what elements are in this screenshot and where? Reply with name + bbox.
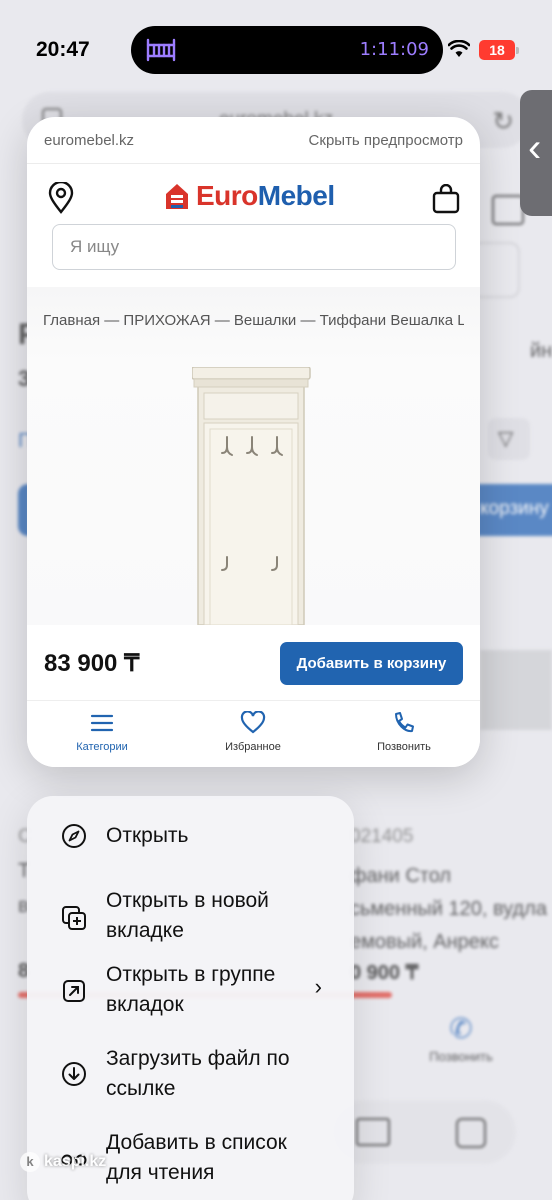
menu-item-open-new-tab-label: Открыть в новой вкладке [106,889,269,942]
menu-item-open-label: Открыть [106,824,189,847]
menu-item-add-reading-list-label: Добавить в список для чтения [106,1131,287,1184]
bookmarks-icon[interactable] [356,1118,390,1146]
logo-euro-text: Euro [196,180,258,211]
link-preview-card[interactable]: euromebel.kz Скрыть предпросмотр Euro Me… [27,117,480,767]
euromebel-logo[interactable]: Euro Mebel [164,180,335,212]
new-tab-icon [62,906,86,930]
menu-icon [90,714,114,732]
buy-bar: 83 900 ₸ Добавить в корзину [27,625,480,701]
filter-icon: ▽ [498,428,514,450]
nav-favorites-label: Избранное [225,741,281,753]
watermark-text: kaspi.kz [44,1153,107,1170]
tabs-icon[interactable] [456,1118,486,1148]
hide-preview-button[interactable]: Скрыть предпросмотр [309,132,463,149]
chevron-right-icon: › [314,974,322,999]
wifi-icon [448,40,470,57]
menu-item-open-new-tab[interactable]: Открыть в новой вкладке [27,876,354,956]
tab-group-icon [63,980,85,1002]
chevron-left-icon: ‹ [528,126,542,170]
product-image[interactable] [480,650,552,730]
preview-domain: euromebel.kz [44,132,135,149]
shopping-bag-icon[interactable] [432,184,460,214]
add-to-cart-button-right[interactable]: корзину [470,484,552,536]
heart-icon [240,711,266,734]
menu-item-download-link-label: Загрузить файл по ссылке [106,1047,290,1100]
product-name-line: емовый, Анрекс [350,931,499,953]
product-price: 83 900 ₸ [44,650,140,677]
call-label: Позвонить [429,1049,493,1064]
page-text-fragment: йн [530,340,552,362]
compass-icon [62,824,86,848]
nav-favorites[interactable]: Избранное [198,711,308,753]
house-logo-icon [166,184,188,209]
site-search-input[interactable] [53,225,455,269]
site-bottom-nav: Категории Избранное Позвонить [27,701,480,767]
logo-mebel-text: Mebel [257,180,335,211]
product-photo-hanger-panel[interactable] [192,367,312,625]
side-drawer-handle[interactable]: ‹ [520,90,552,216]
context-menu: Открыть Открыть в новой вкладке Открыть … [27,796,354,1200]
nav-call[interactable]: Позвонить [349,711,459,753]
nav-categories-label: Категории [76,741,128,753]
menu-item-download-link[interactable]: Загрузить файл по ссылке [27,1044,354,1124]
reload-icon[interactable]: ↻ [492,106,514,137]
dynamic-island[interactable]: 1:11:09 [131,26,443,74]
product-name-line: сьменный 120, вудла [350,898,547,920]
nav-categories[interactable]: Категории [47,711,157,753]
breadcrumb[interactable]: Главная — ПРИХОЖАЯ — Вешалки — Тиффани В… [43,312,464,329]
preview-header: euromebel.kz Скрыть предпросмотр [27,117,480,164]
timer-readout: 1:11:09 [359,39,429,60]
kaspi-watermark: k kaspi.kz [20,1152,106,1172]
crib-icon [146,38,176,62]
phone-icon [395,712,414,733]
site-search-field[interactable] [52,224,456,270]
add-to-cart-button[interactable]: Добавить в корзину [280,642,463,685]
call-nav-item[interactable]: ✆ Позвонить [426,1012,496,1064]
product-code-right: 021405 [350,826,414,847]
menu-item-open[interactable]: Открыть [27,796,354,876]
status-time: 20:47 [36,38,90,61]
menu-item-open-tab-group-label: Открыть в группе вкладок [106,963,276,1016]
browser-toolbar [330,1100,516,1164]
product-price-right: 0 900 ₸ [350,962,419,984]
nav-call-label: Позвонить [377,741,431,753]
kaspi-logo-icon: k [20,1152,40,1172]
download-icon [62,1062,86,1086]
product-area: Главная — ПРИХОЖАЯ — Вешалки — Тиффани В… [27,287,480,625]
filter-button[interactable]: ▽ [488,418,530,460]
product-name-line: фани Стол [350,865,452,887]
menu-item-open-tab-group[interactable]: Открыть в группе вкладок › [27,960,354,1040]
product-name-right[interactable]: фани Стол сьменный 120, вудла емовый, Ан… [350,860,552,959]
phone-icon: ✆ [449,1013,473,1044]
battery-indicator: 18 [479,40,519,60]
location-pin-icon[interactable] [47,182,75,214]
